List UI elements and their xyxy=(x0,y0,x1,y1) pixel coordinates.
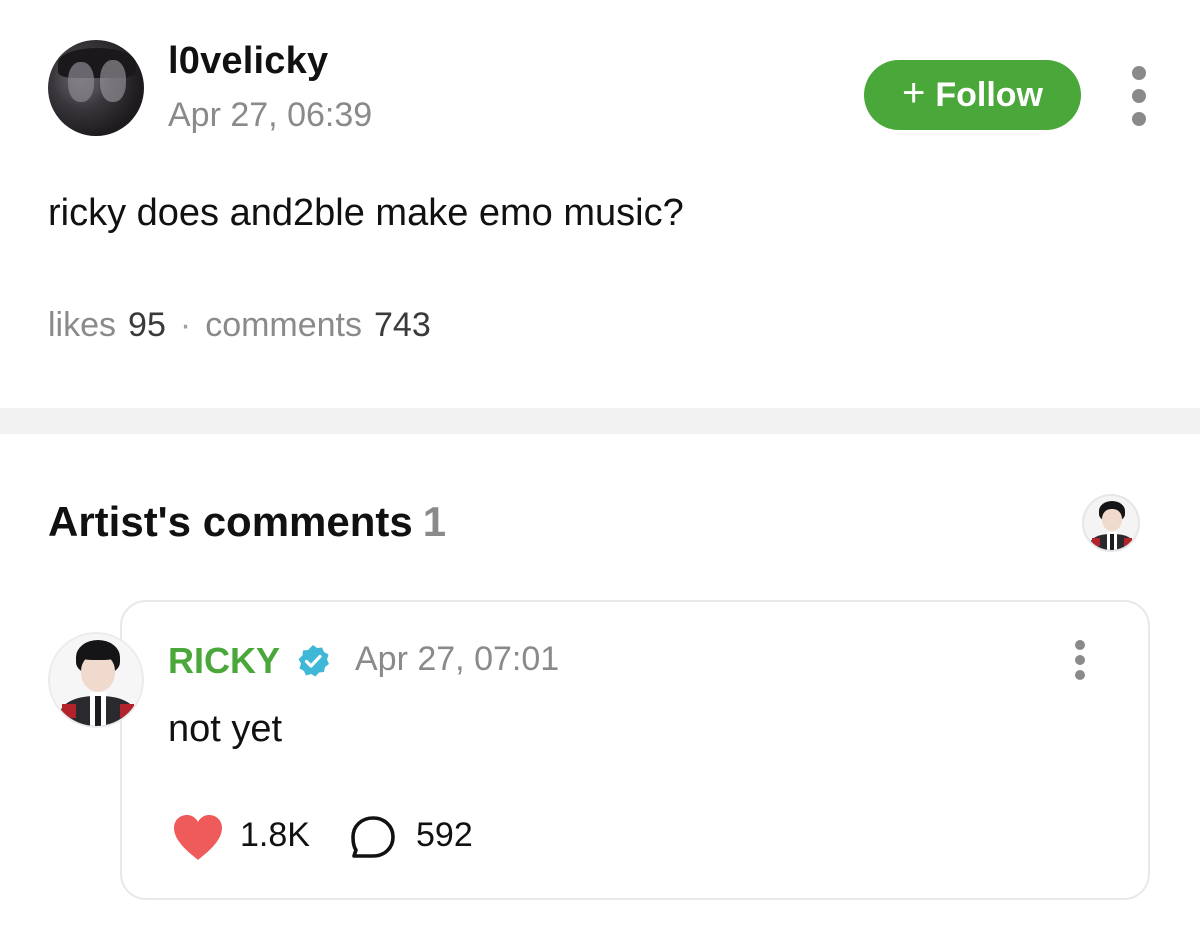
comment-text: not yet xyxy=(168,708,283,750)
artist-comments-count: 1 xyxy=(422,498,447,545)
comment-bubble-icon[interactable] xyxy=(348,814,398,862)
heart-icon[interactable] xyxy=(170,812,226,862)
comments-label[interactable]: comments xyxy=(205,306,362,345)
artist-mini-avatar[interactable] xyxy=(1082,494,1140,552)
verified-badge-icon xyxy=(298,645,329,677)
comment-reply-count: 592 xyxy=(416,816,473,854)
section-divider xyxy=(0,408,1200,434)
post-stats: likes 95 · comments 743 xyxy=(48,306,431,345)
post: l0velicky Apr 27, 06:39 + Follow ricky d… xyxy=(0,0,1200,408)
comment-more-vertical-icon[interactable] xyxy=(1066,640,1094,680)
more-vertical-icon[interactable] xyxy=(1124,66,1154,126)
likes-label: likes xyxy=(48,306,117,344)
author-avatar[interactable] xyxy=(48,40,144,136)
artist-comments-heading: Artist's comments 1 xyxy=(48,498,446,546)
likes-count: 95 xyxy=(128,306,166,344)
comment-author-name[interactable]: RICKY xyxy=(168,640,280,682)
author-username[interactable]: l0velicky xyxy=(168,40,328,83)
post-timestamp: Apr 27, 06:39 xyxy=(168,96,373,134)
comment-author-avatar[interactable] xyxy=(48,632,144,728)
comments-count[interactable]: 743 xyxy=(374,306,431,345)
follow-label: Follow xyxy=(935,75,1043,114)
stats-separator: · xyxy=(179,306,192,344)
comment-like-count: 1.8K xyxy=(240,816,310,854)
post-text: ricky does and2ble make emo music? xyxy=(48,192,684,234)
plus-icon: + xyxy=(901,71,926,115)
follow-button[interactable]: + Follow xyxy=(864,60,1081,130)
artist-comments-title: Artist's comments xyxy=(48,498,413,545)
comment-timestamp: Apr 27, 07:01 xyxy=(355,640,560,678)
